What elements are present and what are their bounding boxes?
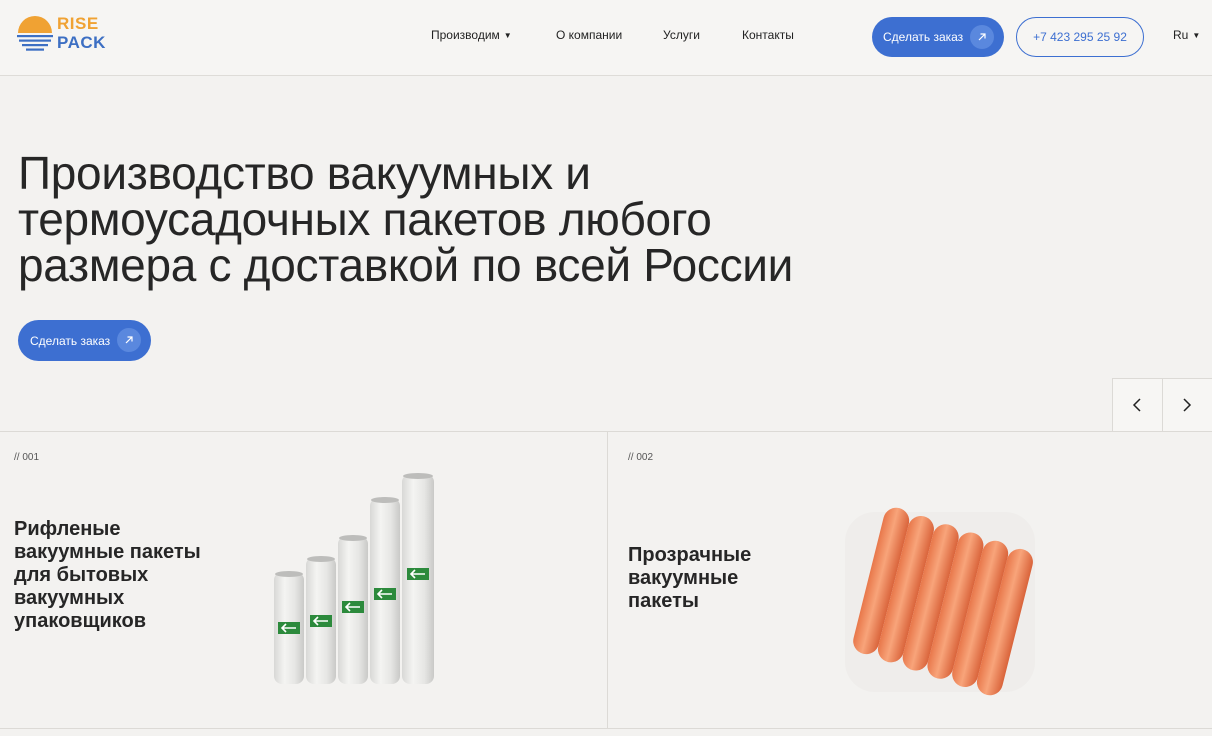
nav-item-services[interactable]: Услуги xyxy=(663,28,700,42)
hero-title: Производство вакуумных и термоусадочных … xyxy=(18,150,918,288)
product-title-line: вакуумные пакеты xyxy=(14,541,201,563)
phone-button[interactable]: +7 423 295 25 92 xyxy=(1016,17,1144,57)
rise-pack-logo-icon xyxy=(17,16,53,51)
phone-number: +7 423 295 25 92 xyxy=(1033,30,1127,44)
product-title-line: для бытовых xyxy=(14,564,149,586)
product-title: Рифленые вакуумные пакеты для бытовых ва… xyxy=(14,518,234,633)
order-button-label: Сделать заказ xyxy=(30,333,111,348)
nav-item-label: Услуги xyxy=(663,28,700,42)
nav-item-label: Производим xyxy=(431,28,500,42)
product-title-line: Прозрачные xyxy=(628,544,752,566)
product-card[interactable]: // 001 Рифленые вакуумные пакеты для быт… xyxy=(0,432,608,729)
chevron-right-icon xyxy=(1183,398,1192,412)
product-title-line: вакуумные xyxy=(628,567,739,589)
product-title-line: упаковщиков xyxy=(14,610,147,632)
order-button-label: Сделать заказ xyxy=(883,30,964,44)
slider-navigation xyxy=(1112,378,1212,431)
arrow-up-right-icon xyxy=(117,328,141,352)
product-number: // 002 xyxy=(628,452,654,463)
nav-item-contacts[interactable]: Контакты xyxy=(742,28,794,42)
order-button-hero[interactable]: Сделать заказ xyxy=(18,320,151,361)
slider-prev-button[interactable] xyxy=(1113,379,1163,431)
slider-next-button[interactable] xyxy=(1162,379,1212,431)
nav-item-label: О компании xyxy=(556,28,623,42)
product-title-line: Рифленые xyxy=(14,518,121,540)
product-card[interactable]: // 002 Прозрачные вакуумные пакеты xyxy=(609,432,1212,729)
nav-item-about[interactable]: О компании xyxy=(556,28,622,42)
hero-title-line: термоусадочных пакетов любого xyxy=(18,193,712,245)
chevron-left-icon xyxy=(1133,398,1141,412)
logo-text: RISE PACK xyxy=(57,14,106,52)
logo-line-pack: PACK xyxy=(57,33,106,52)
product-title: Прозрачные вакуумные пакеты xyxy=(628,544,808,613)
product-title-line: пакеты xyxy=(628,590,699,612)
language-selector[interactable]: Ru ▼ xyxy=(1173,28,1200,42)
vacuum-packed-sausages-image xyxy=(845,507,1035,696)
product-cards: // 001 Рифленые вакуумные пакеты для быт… xyxy=(0,431,1212,729)
hero-title-line: Производство вакуумных и xyxy=(18,147,591,199)
nav-item-produce[interactable]: Производим ▼ xyxy=(431,28,512,42)
caret-down-icon: ▼ xyxy=(1192,31,1201,40)
logo[interactable]: RISE PACK xyxy=(16,14,106,56)
vacuum-rolls-image xyxy=(274,473,434,684)
nav-item-label: Контакты xyxy=(742,28,794,42)
caret-down-icon: ▼ xyxy=(503,31,512,40)
language-label: Ru xyxy=(1173,28,1189,42)
product-title-line: вакуумных xyxy=(14,587,125,609)
site-header: RISE PACK Производим ▼ О компании Услуги … xyxy=(0,0,1212,76)
arrow-up-right-icon xyxy=(970,25,994,49)
order-button-header[interactable]: Сделать заказ xyxy=(872,17,1004,57)
product-number: // 001 xyxy=(14,452,40,463)
logo-line-rise: RISE xyxy=(57,14,99,33)
hero-title-line: размера с доставкой по всей России xyxy=(18,239,794,291)
